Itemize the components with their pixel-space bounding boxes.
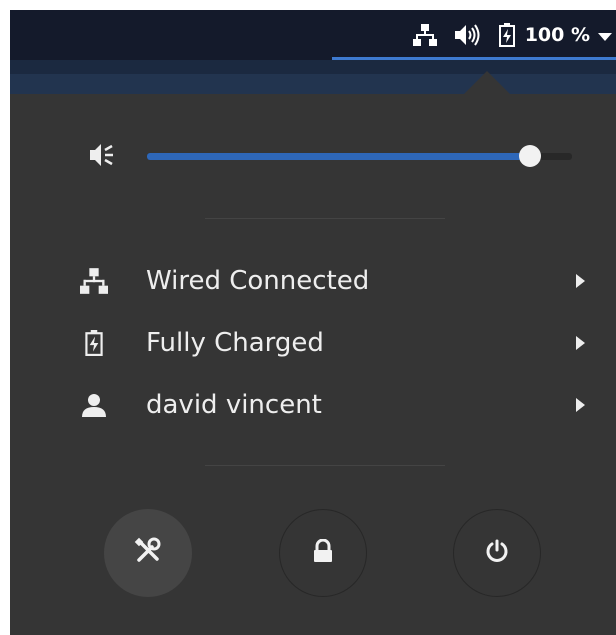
user-name-label: david vincent xyxy=(146,390,322,420)
dropdown-caret-icon xyxy=(598,24,612,46)
speaker-muted-icon[interactable] xyxy=(88,140,118,174)
chevron-right-icon xyxy=(570,336,590,350)
volume-slider[interactable] xyxy=(147,145,572,167)
power-icon xyxy=(485,539,509,567)
battery-charging-icon xyxy=(498,23,515,47)
system-menu: Wired Connected Fully Charged david vinc… xyxy=(10,94,616,635)
separator xyxy=(205,218,445,219)
system-status-area[interactable]: 100 % xyxy=(395,10,616,60)
desktop-background xyxy=(10,60,616,94)
chevron-right-icon xyxy=(570,274,590,288)
volume-slider-handle[interactable] xyxy=(518,145,541,167)
network-wired-icon xyxy=(412,24,437,46)
lock-button[interactable] xyxy=(279,509,367,597)
menu-pointer-arrow xyxy=(463,71,511,95)
menu-item-network[interactable]: Wired Connected xyxy=(70,255,590,307)
chevron-right-icon xyxy=(570,398,590,412)
separator xyxy=(205,465,445,466)
power-off-button[interactable] xyxy=(453,509,541,597)
volume-slider-fill xyxy=(147,153,530,160)
battery-charging-icon xyxy=(74,330,114,356)
lock-icon xyxy=(312,538,334,567)
speaker-icon xyxy=(454,24,481,46)
battery-label: Fully Charged xyxy=(146,328,324,358)
menu-item-user[interactable]: david vincent xyxy=(70,379,590,431)
menu-item-battery[interactable]: Fully Charged xyxy=(70,317,590,369)
network-label: Wired Connected xyxy=(146,266,370,296)
battery-percentage: 100 % xyxy=(524,24,590,46)
settings-tools-icon xyxy=(134,537,162,569)
user-icon xyxy=(74,393,114,417)
network-wired-icon xyxy=(74,268,114,294)
top-bar: 100 % xyxy=(10,10,616,60)
settings-button[interactable] xyxy=(104,509,192,597)
